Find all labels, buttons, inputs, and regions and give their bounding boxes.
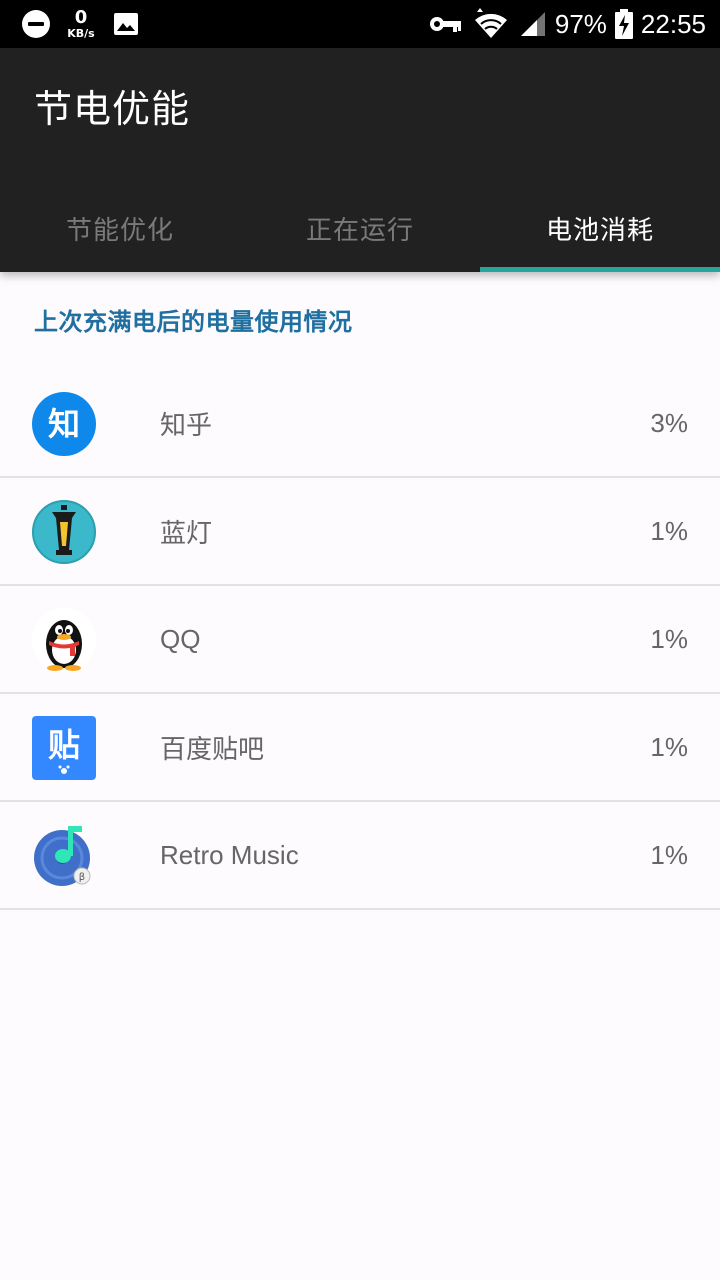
status-left: 0 KB/s — [22, 8, 140, 40]
app-name: 百度贴吧 — [160, 733, 265, 764]
app-title: 节电优能 — [34, 87, 191, 131]
wifi-icon — [474, 8, 507, 39]
beta-badge: β — [79, 872, 85, 883]
app-name: QQ — [160, 623, 201, 654]
tab-power-optimization[interactable]: 节能优化 — [0, 184, 240, 272]
network-speed-value: 0 — [74, 7, 88, 28]
list-item[interactable]: 贴 百度贴吧 1% — [0, 694, 720, 802]
do-not-disturb-icon — [22, 10, 50, 38]
app-name: 知乎 — [160, 409, 213, 440]
tab-label: 节能优化 — [65, 215, 174, 246]
network-speed: 0 KB/s — [64, 7, 98, 40]
zhihu-icon-glyph: 知 — [48, 405, 80, 443]
tab-indicator — [480, 267, 720, 272]
network-speed-unit: KB/s — [67, 27, 95, 40]
image-notification-icon — [114, 13, 138, 35]
zhihu-icon: 知 — [32, 392, 96, 456]
usage-percent: 1% — [650, 515, 688, 546]
usage-percent: 1% — [650, 839, 688, 870]
section-header: 上次充满电后的电量使用情况 — [34, 308, 353, 336]
list-item[interactable]: QQ 1% — [0, 586, 720, 694]
usage-percent: 1% — [650, 731, 688, 762]
list-item[interactable]: 知 知乎 3% — [0, 370, 720, 478]
tab-label: 电池消耗 — [545, 215, 654, 246]
tab-bar: 节能优化 正在运行 电池消耗 — [0, 184, 720, 272]
app-name: 蓝灯 — [160, 517, 213, 548]
qq-penguin-icon — [32, 608, 96, 672]
app-usage-list: 知 知乎 3% 蓝灯 1% QQ 1% 贴 百度贴吧 1% β Retro Mu… — [0, 370, 720, 910]
battery-charging-icon — [614, 9, 633, 39]
tab-battery-usage[interactable]: 电池消耗 — [480, 184, 720, 272]
tab-label: 正在运行 — [305, 215, 414, 246]
app-bar: 节电优能 节能优化 正在运行 电池消耗 — [0, 48, 720, 272]
tieba-icon-glyph: 贴 — [48, 726, 80, 764]
signal-icon — [520, 12, 545, 36]
list-item[interactable]: β Retro Music 1% — [0, 802, 720, 910]
usage-percent: 3% — [650, 407, 688, 438]
clock-time: 22:55 — [640, 8, 706, 39]
list-item[interactable]: 蓝灯 1% — [0, 478, 720, 586]
battery-percent: 97% — [554, 8, 607, 39]
status-right: 97% 22:55 — [429, 8, 706, 40]
lantern-icon — [32, 500, 96, 564]
usage-percent: 1% — [650, 623, 688, 654]
retro-music-icon: β — [34, 826, 91, 886]
tieba-icon: 贴 — [32, 716, 96, 780]
app-name: Retro Music — [160, 839, 299, 870]
vpn-key-icon — [429, 17, 461, 32]
tab-running[interactable]: 正在运行 — [240, 184, 480, 272]
status-bar: 0 KB/s 97% 22:55 — [0, 0, 720, 48]
